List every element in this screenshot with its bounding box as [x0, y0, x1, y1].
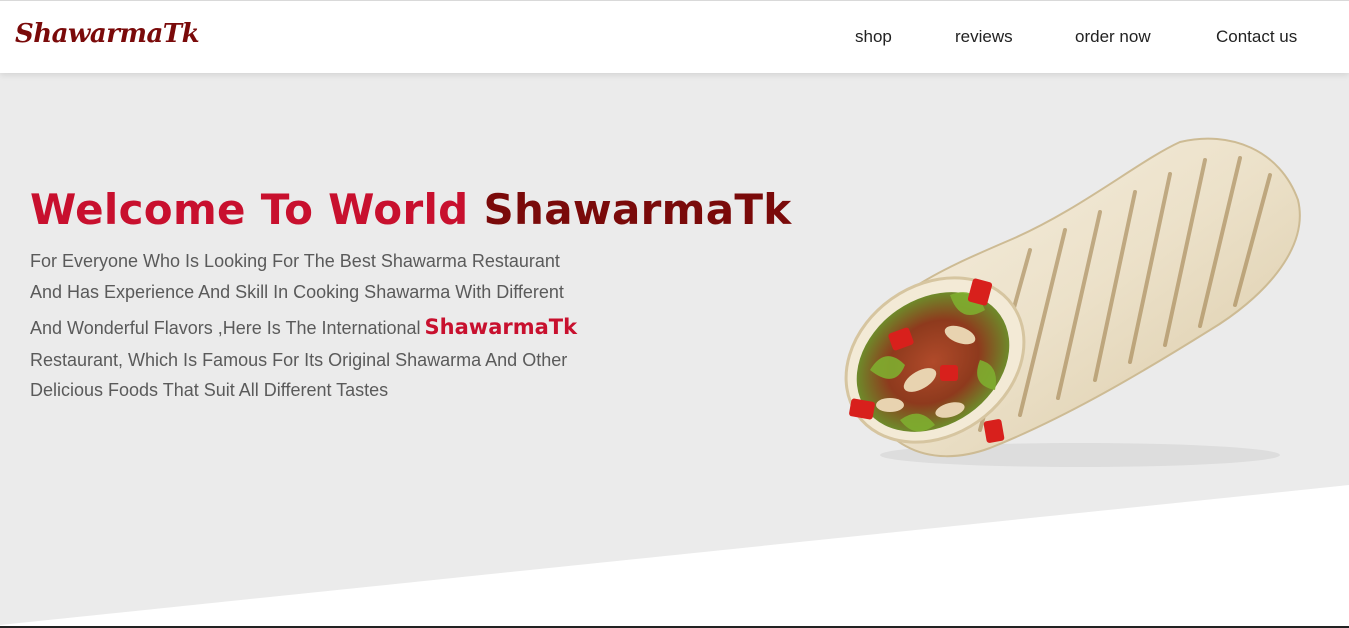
page: ShawarmaTk shop reviews order now Contac… — [0, 0, 1349, 628]
nav-order-now-link[interactable]: order now — [1075, 27, 1151, 47]
hero-description-line: For Everyone Who Is Looking For The Best… — [30, 251, 560, 271]
main-nav: shop reviews order now Contact us — [0, 27, 1349, 51]
headline-brand-text: ShawarmaTk — [483, 185, 792, 234]
nav-contact-us-link[interactable]: Contact us — [1216, 27, 1297, 47]
hero-headline: Welcome To World ShawarmaTk — [30, 185, 792, 234]
shawarma-wrap-image — [844, 137, 1301, 467]
hero-description-line: Delicious Foods That Suit All Different … — [30, 380, 389, 400]
hero-description-line: Restaurant, Which Is Famous For Its Orig… — [30, 350, 568, 370]
nav-reviews-link[interactable]: reviews — [955, 27, 1013, 47]
site-header: ShawarmaTk shop reviews order now Contac… — [0, 0, 1349, 73]
nav-shop-link[interactable]: shop — [855, 27, 892, 47]
headline-welcome-text: Welcome To World — [30, 185, 469, 234]
hero-description-line: And Has Experience And Skill In Cooking … — [30, 282, 564, 302]
description-brand-highlight: ShawarmaTk — [424, 315, 578, 339]
description-text: And Wonderful Flavors ,Here Is The Inter… — [30, 318, 421, 338]
hero-description-line: And Wonderful Flavors ,Here Is The Inter… — [30, 315, 650, 339]
